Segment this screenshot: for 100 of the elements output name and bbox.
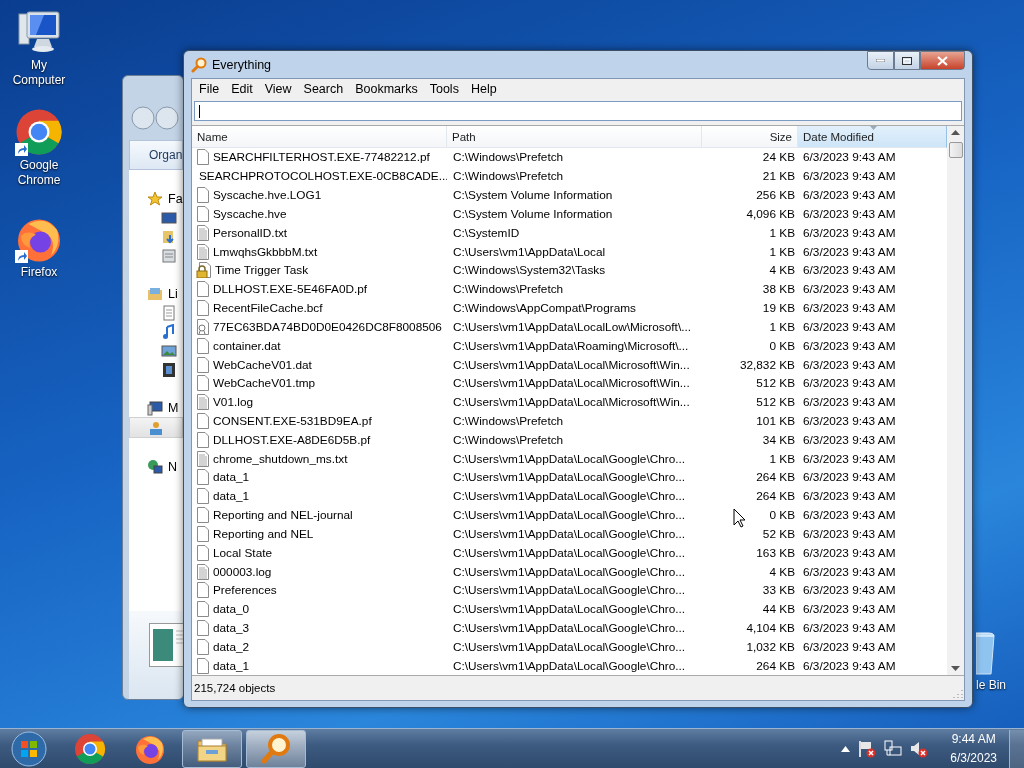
magnifier-icon[interactable] (260, 733, 292, 765)
file-name: Syscache.hve (213, 206, 287, 221)
scrollbar[interactable] (947, 126, 964, 675)
path-cell-text: C:\Users\vm1\AppData\Local\Microsoft\Win... (452, 376, 691, 391)
date-cell-text: 6/3/2023 9:43 AM (802, 357, 897, 372)
chrome-icon[interactable] (15, 108, 63, 156)
menu-item[interactable]: Bookmarks (349, 82, 424, 96)
path-cell-text: C:\Users\vm1\AppData\LocalLow\Microsoft\... (452, 319, 692, 334)
size-cell: 1 KB (769, 225, 795, 240)
date-cell-text: 6/3/2023 9:43 AM (802, 301, 897, 316)
date-cell-text: 6/3/2023 9:43 AM (802, 319, 897, 334)
path-cell-text: C:\System Volume Information (452, 188, 614, 203)
size-cell: 4 KB (769, 263, 795, 278)
recycle-bin-icon[interactable] (976, 630, 996, 678)
file-name: data_1 (213, 489, 250, 504)
shortcut-arrow-icon (15, 143, 28, 156)
resize-grip-icon[interactable] (953, 689, 963, 699)
menu-item[interactable]: Edit (225, 82, 259, 96)
size-cell: 4 KB (769, 564, 795, 579)
path-cell-text: C:\Users\vm1\AppData\Local\Google\Chro... (452, 451, 687, 466)
clock[interactable]: 9:44 AM 6/3/2023 (950, 730, 997, 768)
path-cell-text: C:\Users\vm1\AppData\Local\Microsoft\Win... (452, 395, 691, 410)
chrome-taskbar-icon[interactable] (74, 733, 106, 765)
maximize-button[interactable] (894, 51, 920, 70)
date-cell-text: 6/3/2023 9:43 AM (802, 545, 897, 560)
file-name: WebCacheV01.tmp (213, 376, 316, 391)
date-cell-text: 6/3/2023 9:43 AM (802, 150, 897, 165)
file-name: data_0 (213, 602, 250, 617)
path-cell-text: C:\Users\vm1\AppData\Local\Google\Chro... (452, 508, 687, 523)
date-cell-text: 6/3/2023 9:43 AM (802, 489, 897, 504)
file-icon (196, 149, 210, 166)
path-cell-text: C:\Users\vm1\AppData\Local\Google\Chro... (452, 489, 687, 504)
lock-file-icon (196, 262, 212, 279)
firefox-taskbar-icon[interactable] (134, 733, 166, 765)
path-cell-text: C:\Users\vm1\AppData\Local\Google\Chro... (452, 602, 687, 617)
column-header[interactable]: Date Modified (798, 126, 947, 148)
show-desktop-button[interactable] (1009, 730, 1024, 768)
start-button[interactable] (9, 730, 49, 768)
menu-item[interactable]: Search (297, 82, 350, 96)
file-name: CONSENT.EXE-531BD9EA.pf (213, 414, 372, 428)
close-button[interactable] (920, 51, 965, 70)
date-cell-text: 6/3/2023 9:43 AM (802, 658, 897, 673)
menu-item[interactable]: Tools (423, 82, 465, 96)
search-field[interactable] (194, 101, 962, 121)
file-name: Time Trigger Task (215, 263, 309, 278)
pictures-icon (161, 342, 177, 359)
volume-icon[interactable] (910, 740, 929, 758)
file-name: 000003.log (213, 564, 272, 579)
file-name: Preferences (213, 583, 277, 598)
desktop-icon-label: My Computer (11, 58, 67, 88)
text-file-icon (196, 563, 210, 580)
status-text: 215,724 objects (194, 682, 276, 694)
menu-item[interactable]: View (258, 82, 298, 96)
nav-item[interactable] (129, 417, 183, 438)
scrollbar-thumb[interactable] (948, 142, 963, 158)
file-name: Syscache.hve.LOG1 (213, 188, 322, 203)
text-file-icon (196, 224, 210, 241)
window-title: Everything (212, 57, 273, 72)
date-cell-text: 6/3/2023 9:43 AM (802, 169, 897, 184)
date-cell-text: 6/3/2023 9:43 AM (802, 639, 897, 654)
minimize-button[interactable] (867, 51, 894, 70)
path-cell-text: C:\Windows\Prefetch (452, 282, 565, 297)
menu-item[interactable]: File (193, 82, 226, 96)
close-icon (937, 55, 948, 66)
column-header[interactable]: Path (447, 126, 702, 148)
recent-icon (161, 247, 177, 264)
file-icon (196, 356, 210, 373)
column-header[interactable]: Size (702, 126, 798, 148)
file-name: DLLHOST.EXE-5E46FA0D.pf (213, 282, 368, 297)
file-name: data_1 (213, 470, 250, 485)
file-name: Reporting and NEL-journal (213, 508, 353, 523)
path-cell-text: C:\Windows\System32\Tasks (452, 263, 607, 278)
file-icon (196, 413, 210, 429)
file-icon (196, 582, 210, 599)
size-cell: 21 KB (762, 169, 795, 184)
date-cell-text: 6/3/2023 9:43 AM (802, 451, 897, 466)
file-icon (196, 205, 210, 222)
show-hidden-icons-icon[interactable] (841, 746, 851, 752)
size-cell: 38 KB (762, 282, 795, 297)
nav-item-label[interactable]: M (168, 400, 179, 415)
file-icon (196, 620, 210, 637)
flag-icon[interactable] (858, 740, 877, 758)
minimize-icon (876, 59, 885, 62)
network-icon[interactable] (884, 740, 903, 758)
file-name: LmwqhsGkbbbM.txt (213, 244, 318, 259)
nav-item-label[interactable]: N (168, 459, 178, 474)
date-cell-text: 6/3/2023 9:43 AM (802, 282, 897, 297)
file-icon (196, 469, 210, 486)
column-header[interactable]: Name (192, 126, 447, 148)
file-name: V01.log (213, 395, 253, 410)
file-name: container.dat (213, 338, 281, 353)
date-cell-text: 6/3/2023 9:43 AM (802, 188, 897, 203)
size-cell: 34 KB (762, 432, 795, 447)
file-icon (196, 488, 210, 505)
file-icon (196, 601, 210, 618)
nav-item-label[interactable]: Li (168, 286, 178, 301)
file-name: DLLHOST.EXE-A8DE6D5B.pf (213, 432, 371, 447)
shortcut-arrow-icon (15, 250, 28, 263)
nav-item-label[interactable]: Fa (168, 191, 183, 206)
menu-item[interactable]: Help (464, 82, 503, 96)
